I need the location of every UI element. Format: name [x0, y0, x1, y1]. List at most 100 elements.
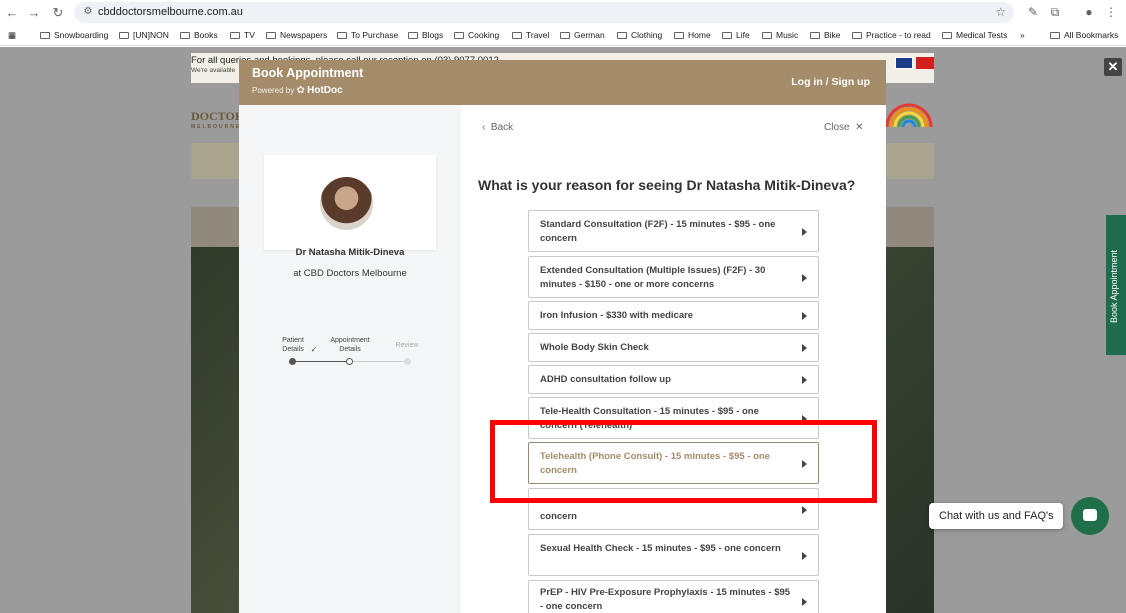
folder-icon: [408, 32, 418, 39]
doctor-clinic: at CBD Doctors Melbourne: [293, 268, 407, 279]
url-text: cbddoctorsmelbourne.com.au: [98, 6, 243, 18]
bookmark-item[interactable]: Cooking: [454, 28, 499, 43]
folder-icon: [230, 32, 240, 39]
folder-icon: [40, 32, 50, 39]
folder-icon: [512, 32, 522, 39]
folder-icon: [454, 32, 464, 39]
reason-option[interactable]: Extended Consultation (Multiple Issues) …: [528, 256, 819, 298]
doctor-avatar: [318, 175, 375, 232]
folder-icon: [942, 32, 952, 39]
step-appointment-details: Appointment Details: [330, 337, 370, 353]
china-flag-icon[interactable]: [916, 57, 934, 69]
bookmark-item[interactable]: Snowboarding: [40, 28, 108, 43]
folder-icon: [180, 32, 190, 39]
folder-icon: [119, 32, 129, 39]
highlight-annotation-box: [490, 420, 877, 503]
close-icon[interactable]: ✕: [1104, 58, 1122, 76]
reason-question: What is your reason for seeing Dr Natash…: [478, 177, 856, 193]
bookmark-item[interactable]: Life: [722, 28, 750, 43]
close-icon: ✕: [855, 122, 864, 133]
chat-prompt[interactable]: Chat with us and FAQ's: [929, 503, 1063, 529]
pen-icon[interactable]: ✎: [1025, 4, 1041, 20]
folder-icon: [1050, 32, 1060, 39]
address-bar[interactable]: ⚙ cbddoctorsmelbourne.com.au ☆: [74, 2, 1014, 23]
folder-icon: [762, 32, 772, 39]
browser-toolbar: ← → ↻ ⚙ cbddoctorsmelbourne.com.au ☆ ✎ ⧉…: [0, 0, 1126, 25]
caret-right-icon: [802, 344, 807, 352]
bookmark-item[interactable]: German: [560, 28, 605, 43]
step-dot-done: [289, 358, 296, 365]
step-review: Review: [395, 342, 419, 349]
chat-icon: [1083, 509, 1097, 521]
bookmark-item[interactable]: Travel: [512, 28, 549, 43]
extensions-icon[interactable]: ⧉: [1047, 4, 1063, 20]
modal-header: Book Appointment Powered by ✿ HotDoc Log…: [239, 60, 886, 105]
doctor-name: Dr Natasha Mitik-Dineva: [295, 247, 405, 258]
caret-right-icon: [802, 274, 807, 282]
chevron-left-icon: ‹: [482, 122, 486, 133]
bookmark-item[interactable]: Bike: [810, 28, 841, 43]
bookmark-star-icon[interactable]: ☆: [995, 5, 1006, 19]
step-dot-todo: [404, 358, 411, 365]
forward-arrow-icon[interactable]: →: [25, 4, 43, 22]
chat-button[interactable]: [1071, 497, 1109, 535]
bookmark-item[interactable]: Music: [762, 28, 798, 43]
caret-right-icon: [802, 312, 807, 320]
bookmark-item[interactable]: Practice - to read: [852, 28, 931, 43]
step-line-todo: [350, 361, 407, 362]
reason-option[interactable]: ADHD consultation follow up: [528, 365, 819, 394]
folder-icon: [617, 32, 627, 39]
bookmark-item[interactable]: Medical Tests: [942, 28, 1007, 43]
step-patient-details: Patient Details: [282, 337, 304, 353]
bookmark-item[interactable]: Clothing: [617, 28, 662, 43]
reason-option[interactable]: Whole Body Skin Check: [528, 333, 819, 362]
folder-icon: [674, 32, 684, 39]
step-line-done: [295, 361, 350, 362]
apps-grid-icon[interactable]: ▦: [8, 28, 16, 43]
bookmark-item[interactable]: [UN]NON: [119, 28, 169, 43]
reason-option[interactable]: Standard Consultation (F2F) - 15 minutes…: [528, 210, 819, 252]
hotdoc-brand: HotDoc: [307, 85, 343, 96]
site-topbar-subtext: We're available: [191, 67, 236, 74]
bookmark-item[interactable]: Newspapers: [266, 28, 327, 43]
booking-modal: Book Appointment Powered by ✿ HotDoc Log…: [239, 60, 886, 613]
folder-icon: [560, 32, 570, 39]
book-appointment-side-tab[interactable]: Book Appointment: [1106, 215, 1126, 355]
folder-icon: [722, 32, 732, 39]
bookmark-item[interactable]: Home: [674, 28, 711, 43]
all-bookmarks[interactable]: All Bookmarks: [1050, 28, 1118, 43]
folder-icon: [810, 32, 820, 39]
profile-icon[interactable]: ●: [1081, 4, 1097, 20]
bookmark-item[interactable]: TV: [230, 28, 255, 43]
folder-icon: [852, 32, 862, 39]
site-info-icon[interactable]: ⚙: [82, 6, 94, 18]
caret-right-icon: [802, 506, 807, 514]
check-icon: ✓: [310, 345, 318, 354]
login-signup-link[interactable]: Log in / Sign up: [791, 76, 870, 88]
powered-by: Powered by ✿ HotDoc: [252, 85, 343, 96]
reload-icon[interactable]: ↻: [49, 4, 67, 22]
uk-flag-icon[interactable]: [895, 57, 913, 69]
modal-title: Book Appointment: [252, 66, 364, 80]
more-bookmarks-icon[interactable]: »: [1020, 28, 1025, 43]
caret-right-icon: [802, 552, 807, 560]
bookmark-item[interactable]: Books: [180, 28, 218, 43]
hotdoc-logo-icon: ✿: [296, 85, 305, 96]
menu-kebab-icon[interactable]: ⋮: [1103, 4, 1119, 20]
folder-icon: [266, 32, 276, 39]
caret-right-icon: [802, 598, 807, 606]
bookmarks-bar: ▦ Snowboarding [UN]NON Books TV Newspape…: [0, 25, 1126, 46]
reason-option[interactable]: Sexual Health Check - 15 minutes - $95 -…: [528, 534, 819, 576]
folder-icon: [337, 32, 347, 39]
step-dot-current: [346, 358, 353, 365]
caret-right-icon: [802, 228, 807, 236]
close-button[interactable]: Close ✕: [824, 122, 864, 133]
reason-option[interactable]: Iron Infusion - $330 with medicare: [528, 301, 819, 330]
bookmark-item[interactable]: To Purchase: [337, 28, 398, 43]
language-flags: [895, 57, 935, 71]
rainbow-icon: [885, 103, 933, 127]
back-button[interactable]: ‹ Back: [482, 122, 513, 133]
reason-option[interactable]: PrEP - HIV Pre-Exposure Prophylaxis - 15…: [528, 580, 819, 613]
bookmark-item[interactable]: Blogs: [408, 28, 443, 43]
back-arrow-icon[interactable]: ←: [3, 4, 21, 22]
